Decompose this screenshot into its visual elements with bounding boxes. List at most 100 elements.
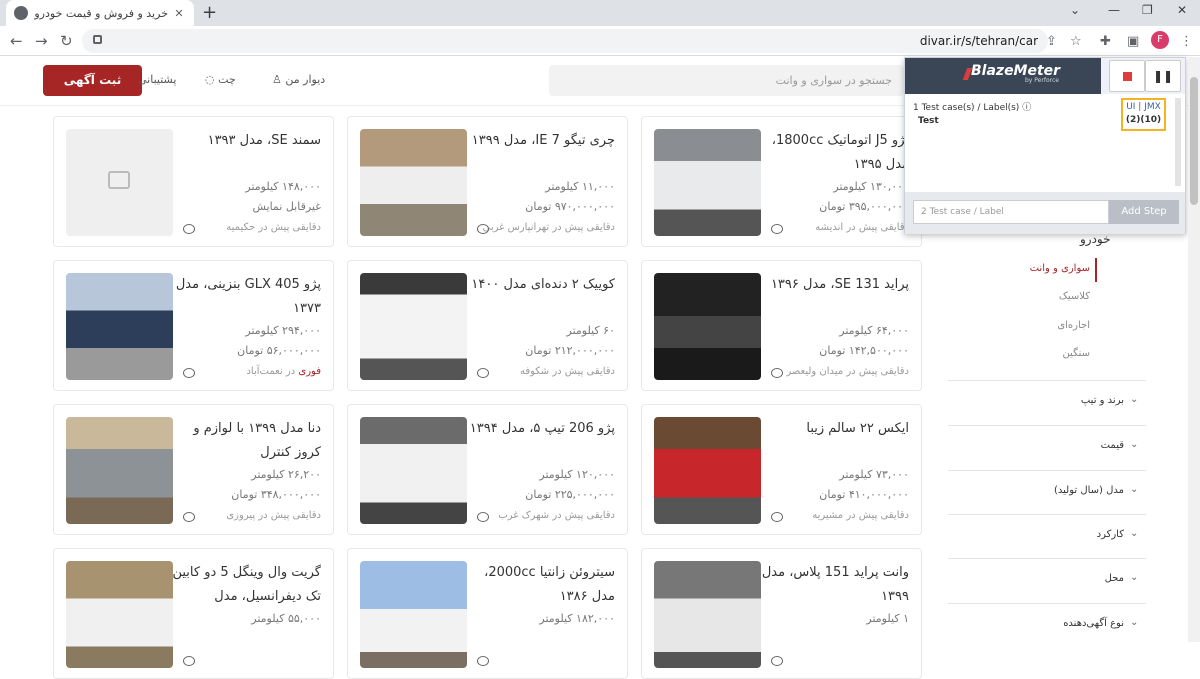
user-icon: ♙ — [272, 73, 282, 86]
blazemeter-popup: BlazeMeter by Perforce ❚❚ 1 Test case(s)… — [904, 57, 1186, 234]
reload-icon[interactable]: ↻ — [60, 32, 73, 50]
test-case-label-input[interactable]: 2 Test case / Label — [913, 200, 1109, 224]
forward-icon[interactable]: → — [35, 32, 48, 50]
filter-label: مدل (سال تولید) — [1054, 485, 1124, 496]
listing-mileage: ۱۲۰,۰۰۰ کیلومتر — [539, 468, 615, 481]
listing-card[interactable]: کوییک ۲ دنده‌ای مدل ۱۴۰۰ ۶۰ کیلومتر ۲۱۲,۰۰… — [347, 260, 628, 391]
site-favicon-icon — [14, 6, 28, 20]
url-text: divar.ir/s/tehran/car — [919, 34, 1038, 48]
chat-bubble-icon[interactable] — [477, 512, 489, 522]
listing-photo[interactable] — [360, 561, 467, 668]
sidebar-sub-cars-vans[interactable]: سواری و وانت — [1030, 263, 1090, 274]
listing-info: وانت پراید 151 پلاس، مدل ۱۳۹۹ ۱ کیلومتر — [759, 561, 909, 631]
minimize-button[interactable]: — — [1108, 3, 1120, 17]
filter-row[interactable]: برند و تیپ ⌄ — [948, 380, 1146, 425]
listing-title: پژو GLX 405 بنزینی، مدل ۱۳۷۳ — [175, 277, 321, 316]
page-scrollbar-thumb[interactable] — [1190, 77, 1198, 205]
pause-recording-button[interactable]: ❚❚ — [1145, 60, 1181, 92]
chat-bubble-icon[interactable] — [183, 512, 195, 522]
listing-info: سمند SE، مدل ۱۳۹۳ ۱۴۸,۰۰۰ کیلومتر غیرقابل … — [171, 129, 321, 237]
listing-meta-text: دقایقی پیش در اندیشه — [815, 222, 909, 233]
chat-bubble-icon[interactable] — [771, 656, 783, 666]
no-image-placeholder[interactable] — [66, 129, 173, 236]
listing-photo[interactable] — [360, 417, 467, 524]
sidebar-sub-classic[interactable]: کلاسیک — [1059, 291, 1090, 302]
chat-bubble-icon[interactable] — [771, 224, 783, 234]
listing-card[interactable]: گریت وال وینگل 5 دو کابین تک دیفرانسیل، … — [53, 548, 334, 679]
listing-photo[interactable] — [66, 273, 173, 380]
listing-photo[interactable] — [654, 129, 761, 236]
listing-card[interactable]: پژو GLX 405 بنزینی، مدل ۱۳۷۳ ۲۹۴,۰۰۰ کیلو… — [53, 260, 334, 391]
post-ad-button[interactable]: ثبت آگهی — [43, 65, 142, 96]
address-bar[interactable]: divar.ir/s/tehran/car — [82, 29, 1048, 53]
listing-card[interactable]: پراید 131 SE، مدل ۱۳۹۶ ۶۴,۰۰۰ کیلومتر ۱۴۲,… — [641, 260, 922, 391]
support-link[interactable]: پشتیبانی — [138, 73, 176, 86]
browser-tab[interactable]: خرید و فروش و قیمت خودرو در تهران ✕ — [6, 0, 194, 26]
browser-menu-icon[interactable]: ⋮ — [1180, 34, 1193, 49]
chat-bubble-icon[interactable] — [477, 224, 489, 234]
chat-bubble-icon[interactable] — [183, 656, 195, 666]
side-panel-icon[interactable]: ▣ — [1127, 34, 1139, 49]
listing-meta-text: دقایقی پیش در حکیمیه — [226, 222, 321, 233]
chat-bubble-icon[interactable] — [477, 656, 489, 666]
chat-bubble-icon[interactable] — [771, 368, 783, 378]
listing-card[interactable]: پژو J5 اتوماتیک 1800cc، مدل ۱۳۹۵ ۱۳۰,۰۰۰ … — [641, 116, 922, 247]
test-case-name[interactable]: Test — [918, 116, 939, 126]
filter-row[interactable]: قیمت ⌄ — [948, 425, 1146, 470]
search-input[interactable]: جستجو در سواری و وانت — [549, 65, 904, 96]
profile-avatar[interactable]: F — [1151, 31, 1169, 49]
lock-icon — [93, 35, 102, 44]
listing-price: ۳۹۵,۰۰۰,۰۰۰ تومان — [819, 200, 909, 213]
close-window-button[interactable]: ✕ — [1177, 3, 1187, 17]
listing-photo[interactable] — [66, 417, 173, 524]
listing-photo[interactable] — [654, 273, 761, 380]
listing-info: گریت وال وینگل 5 دو کابین تک دیفرانسیل، … — [171, 561, 321, 631]
info-icon[interactable]: ⓘ — [1022, 103, 1031, 113]
chat-bubble-icon[interactable] — [477, 368, 489, 378]
listing-card[interactable]: وانت پراید 151 پلاس، مدل ۱۳۹۹ ۱ کیلومتر — [641, 548, 922, 679]
extensions-puzzle-icon[interactable]: ✚ — [1100, 34, 1111, 49]
sidebar-category-title[interactable]: خودرو — [1080, 232, 1111, 246]
listing-card[interactable]: ایکس ۲۲ سالم زیبا ۷۳,۰۰۰ کیلومتر ۴۱۰,۰۰۰,۰… — [641, 404, 922, 535]
listing-card[interactable]: چری تیگو 7 IE، مدل ۱۳۹۹ ۱۱,۰۰۰ کیلومتر ۹۷۰… — [347, 116, 628, 247]
bookmark-star-icon[interactable]: ☆ — [1070, 34, 1082, 49]
listing-mileage: ۷۳,۰۰۰ کیلومتر — [839, 468, 909, 481]
listing-mileage: ۲۶,۲۰۰ کیلومتر — [251, 468, 321, 481]
chat-bubble-icon[interactable] — [183, 224, 195, 234]
filter-row[interactable]: نوع آگهی‌دهنده ⌄ — [948, 603, 1146, 648]
filter-row[interactable]: کارکرد ⌄ — [948, 514, 1146, 559]
blazemeter-header: BlazeMeter by Perforce ❚❚ — [905, 58, 1185, 94]
add-step-button[interactable]: Add Step — [1109, 200, 1179, 224]
listing-photo[interactable] — [654, 561, 761, 668]
page-scrollbar[interactable] — [1188, 57, 1200, 642]
listing-photo[interactable] — [654, 417, 761, 524]
filter-row[interactable]: محل ⌄ — [948, 558, 1146, 603]
listing-card[interactable]: سمند SE، مدل ۱۳۹۳ ۱۴۸,۰۰۰ کیلومتر غیرقابل … — [53, 116, 334, 247]
listing-photo[interactable] — [66, 561, 173, 668]
listing-card[interactable]: سیتروئن زانتیا 2000cc، مدل ۱۳۸۶ ۱۸۲,۰۰۰ ک… — [347, 548, 628, 679]
listing-card[interactable]: دنا مدل ۱۳۹۹ با لوازم و کروز کنترل ۲۶,۲۰۰… — [53, 404, 334, 535]
urgent-badge: فوری — [298, 366, 321, 377]
new-tab-button[interactable]: + — [202, 2, 217, 23]
sidebar-sub-heavy[interactable]: سنگین — [1062, 348, 1090, 359]
stop-recording-button[interactable] — [1109, 60, 1145, 92]
filter-row[interactable]: مدل (سال تولید) ⌄ — [948, 470, 1146, 515]
sidebar-sub-rental[interactable]: اجاره‌ای — [1057, 320, 1090, 331]
my-divar-link[interactable]: دیوار من ♙ — [272, 73, 325, 86]
listing-photo[interactable] — [360, 129, 467, 236]
tab-close-icon[interactable]: ✕ — [172, 7, 186, 20]
share-icon[interactable]: ⇪ — [1046, 34, 1057, 49]
chat-link[interactable]: چت ◌ — [205, 73, 236, 86]
listing-title: سمند SE، مدل ۱۳۹۳ — [207, 133, 321, 148]
listing-card[interactable]: پژو 206 تیپ ۵، مدل ۱۳۹۴ ۱۲۰,۰۰۰ کیلومتر ۲۲… — [347, 404, 628, 535]
chat-bubble-icon[interactable] — [183, 368, 195, 378]
maximize-button[interactable]: ❐ — [1142, 3, 1153, 17]
listing-price: غیرقابل نمایش — [252, 200, 322, 213]
listing-price: ۲۱۲,۰۰۰,۰۰۰ تومان — [525, 344, 615, 357]
ui-jmx-tag[interactable]: UI | JMX (2)(10) — [1121, 98, 1166, 131]
tab-search-icon[interactable]: ⌄ — [1070, 3, 1080, 17]
chat-bubble-icon[interactable] — [771, 512, 783, 522]
blazemeter-scrollbar[interactable] — [1175, 98, 1181, 186]
listing-photo[interactable] — [360, 273, 467, 380]
back-icon[interactable]: ← — [10, 32, 23, 50]
